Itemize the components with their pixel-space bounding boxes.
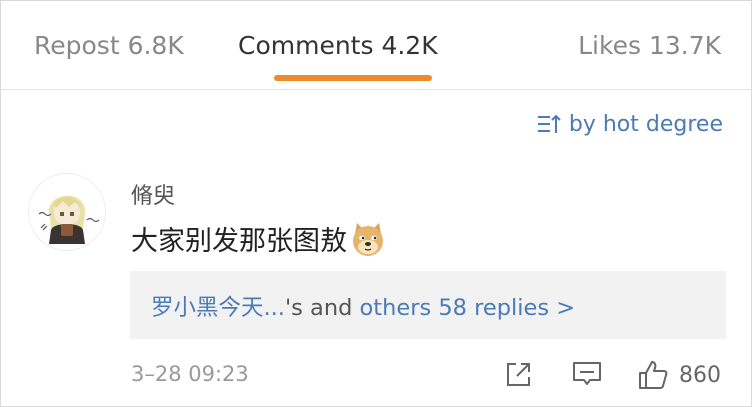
avatar[interactable] [28, 173, 106, 251]
thumbs-up-icon [639, 361, 668, 389]
replies-connector: 's and [284, 295, 360, 321]
like-button[interactable]: 860 [637, 359, 721, 391]
comment-icon [573, 362, 601, 385]
reply-user-link[interactable]: 罗小黑今天... [151, 295, 285, 321]
doge-emoji-icon [349, 220, 387, 258]
sort-toggle[interactable]: by hot degree [537, 109, 723, 139]
replies-summary: 罗小黑今天...'s and others 58 replies > [151, 290, 575, 322]
comment-timestamp: 3–28 09:23 [131, 362, 249, 386]
tab-bar: Repost 6.8K Comments 4.2K Likes 13.7K [1, 1, 751, 90]
tab-repost[interactable]: Repost 6.8K [34, 29, 184, 63]
tab-comments[interactable]: Comments 4.2K [238, 29, 438, 63]
view-replies-link[interactable]: others 58 replies > [360, 295, 576, 321]
comment-text: 大家别发那张图敖 [131, 226, 347, 257]
comment-body: 大家别发那张图敖 [131, 219, 387, 258]
replies-preview[interactable]: 罗小黑今天...'s and others 58 replies > [130, 271, 726, 339]
comments-panel: Repost 6.8K Comments 4.2K Likes 13.7K by… [0, 0, 752, 407]
sort-icon [537, 113, 561, 135]
like-count: 860 [679, 362, 721, 388]
active-tab-indicator [274, 75, 432, 81]
share-button[interactable] [504, 359, 534, 391]
sort-label: by hot degree [568, 111, 723, 137]
tab-likes[interactable]: Likes 13.7K [578, 29, 721, 63]
share-icon [507, 363, 530, 386]
comment-username[interactable]: 脩臾 [131, 178, 175, 210]
comment-button[interactable] [571, 359, 603, 391]
